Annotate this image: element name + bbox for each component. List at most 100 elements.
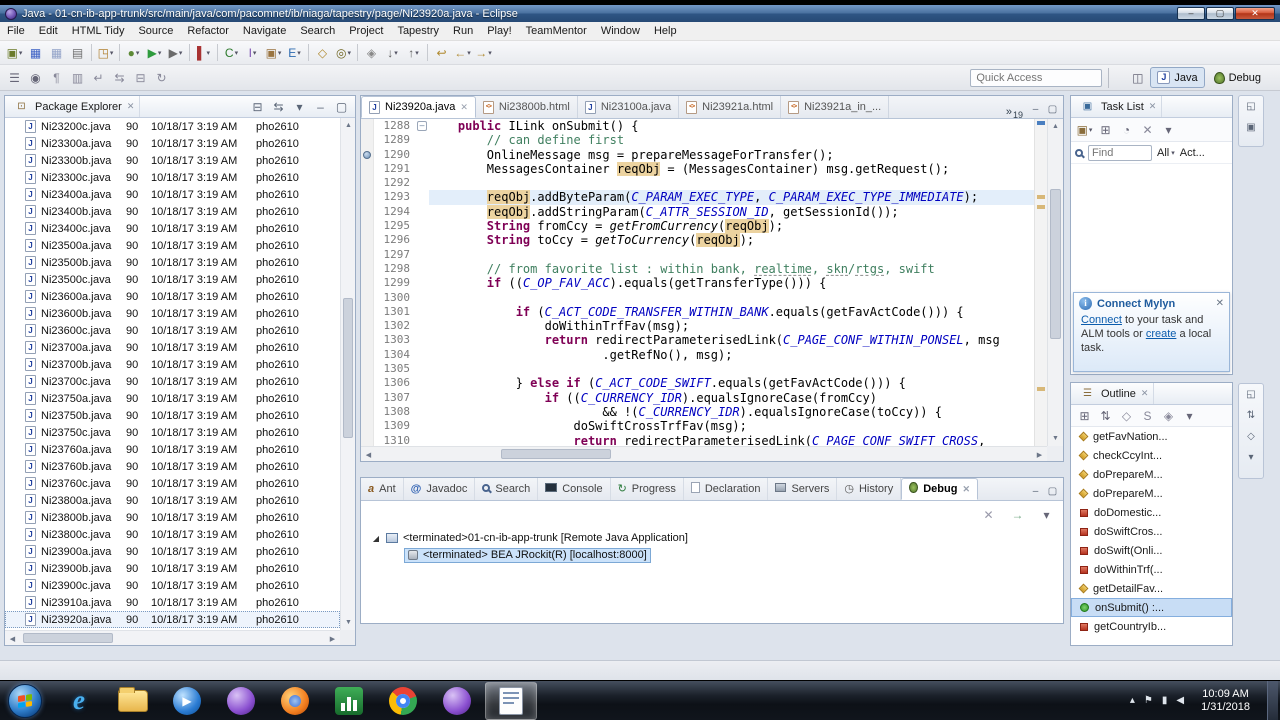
menu-run[interactable]: Run bbox=[446, 23, 480, 39]
view-menu-icon[interactable]: ▾ bbox=[1243, 449, 1260, 466]
menu-navigate[interactable]: Navigate bbox=[236, 23, 293, 39]
task-list-tab[interactable]: ▣ Task List ✕ bbox=[1074, 96, 1163, 117]
view-menu-icon[interactable]: ▾ bbox=[1179, 405, 1200, 426]
window-titlebar[interactable]: Java - 01-cn-ib-app-trunk/src/main/java/… bbox=[0, 5, 1280, 22]
refresh-icon[interactable]: ↻ bbox=[151, 67, 172, 88]
perspective-java[interactable]: J Java bbox=[1150, 67, 1205, 88]
package-explorer-hscrollbar[interactable]: ◀ ▶ bbox=[5, 630, 340, 645]
package-explorer-tree[interactable]: J Ni23200c.java 90 10/18/17 3:19 AM pho2610 J… bbox=[5, 118, 340, 630]
new-task-icon[interactable]: ▣ ▾ bbox=[1074, 119, 1095, 140]
view-menu-icon[interactable]: ▾ bbox=[1036, 504, 1057, 525]
close-button[interactable]: ✕ bbox=[1235, 7, 1275, 20]
sort-icon[interactable]: ⇅ bbox=[1243, 407, 1260, 424]
menu-source[interactable]: Source bbox=[131, 23, 180, 39]
outline-item[interactable]: getCountryIb... bbox=[1071, 617, 1232, 636]
new-wizard-icon[interactable]: ▣ ▾ bbox=[4, 42, 25, 63]
close-view-icon[interactable]: ✕ bbox=[127, 101, 135, 112]
taskbar-app-firefox[interactable] bbox=[269, 682, 321, 720]
mark-occurrences-icon[interactable]: ◈ bbox=[361, 42, 382, 63]
view-tab-progress[interactable]: ↻ Progress bbox=[611, 478, 684, 500]
taskbar-app-chart-app[interactable] bbox=[323, 682, 375, 720]
view-tab-search[interactable]: Search bbox=[475, 478, 539, 500]
show-desktop-button[interactable] bbox=[1267, 680, 1278, 720]
package-explorer-row[interactable]: J Ni23400a.java 90 10/18/17 3:19 AM pho2610 bbox=[5, 186, 340, 203]
debug-view-content[interactable]: ✕ → ▾ ◢ <terminated>01-cn-ib-app-trunk [Rem… bbox=[361, 501, 1063, 623]
package-explorer-row[interactable]: J Ni23750b.java 90 10/18/17 3:19 AM pho2610 bbox=[5, 407, 340, 424]
editor-tab-ni23921a-html[interactable]: <> Ni23921a.html bbox=[679, 96, 782, 118]
package-explorer-row[interactable]: J Ni23910a.java 90 10/18/17 3:19 AM pho2610 bbox=[5, 594, 340, 611]
package-explorer-row[interactable]: J Ni23500b.java 90 10/18/17 3:19 AM pho2610 bbox=[5, 254, 340, 271]
open-perspective-icon[interactable]: ◫ bbox=[1127, 67, 1148, 88]
hide-non-public-icon[interactable]: ◈ bbox=[1158, 405, 1179, 426]
menu-file[interactable]: File bbox=[0, 23, 32, 39]
volume-icon[interactable]: ◀ bbox=[1176, 695, 1184, 706]
task-scope-all[interactable]: All ▾ bbox=[1157, 147, 1175, 159]
close-tab-icon[interactable]: ✕ bbox=[962, 484, 970, 495]
view-tab-servers[interactable]: Servers bbox=[768, 478, 838, 500]
forward-icon[interactable]: → ▾ bbox=[473, 42, 494, 63]
menu-html-tidy[interactable]: HTML Tidy bbox=[65, 23, 132, 39]
outline-item[interactable]: doWithinTrf(... bbox=[1071, 560, 1232, 579]
outline-item[interactable]: doSwift(Onli... bbox=[1071, 541, 1232, 560]
maximize-button[interactable]: ▢ bbox=[1206, 7, 1234, 20]
package-explorer-vscrollbar[interactable]: ▲ ▼ bbox=[340, 118, 355, 630]
editor-code-viewport[interactable]: 1288– public ILink onSubmit() {1289 // c… bbox=[361, 119, 1063, 446]
coverage-icon[interactable]: ▌ ▾ bbox=[193, 42, 214, 63]
close-tab-icon[interactable]: ✕ bbox=[460, 102, 468, 113]
link-with-editor-icon[interactable]: ⇆ bbox=[268, 96, 289, 117]
restore-view-icon[interactable]: ◱ bbox=[1243, 386, 1260, 403]
collapse-all-icon[interactable]: ⊟ bbox=[130, 67, 151, 88]
delete-icon[interactable]: ✕ bbox=[1137, 119, 1158, 140]
taskbar-app-internet-explorer[interactable]: e bbox=[53, 682, 105, 720]
debug-tree-row[interactable]: <terminated> BEA JRockit(R) [localhost:8… bbox=[361, 547, 1063, 563]
hide-static-icon[interactable]: S bbox=[1137, 405, 1158, 426]
hidden-editors-chevron[interactable]: » 19 bbox=[1002, 106, 1027, 120]
outline-tab[interactable]: ☰ Outline ✕ bbox=[1074, 383, 1155, 404]
taskbar-app-media-player[interactable]: ▶ bbox=[161, 682, 213, 720]
task-scope-activated[interactable]: Act... bbox=[1180, 147, 1205, 159]
restore-view-icon[interactable]: ◱ bbox=[1243, 98, 1260, 115]
minimize-button[interactable]: – bbox=[1177, 7, 1205, 20]
search-icon[interactable]: ◎ ▾ bbox=[333, 42, 354, 63]
create-task-link[interactable]: create bbox=[1146, 328, 1177, 340]
link-with-editor-icon[interactable]: ⇆ bbox=[109, 67, 130, 88]
package-explorer-row[interactable]: J Ni23760b.java 90 10/18/17 3:19 AM pho2610 bbox=[5, 458, 340, 475]
overview-ruler[interactable] bbox=[1034, 119, 1047, 446]
next-annotation-icon[interactable]: ↓ ▾ bbox=[382, 42, 403, 63]
outline-item[interactable]: getFavNation... bbox=[1071, 427, 1232, 446]
menu-project[interactable]: Project bbox=[342, 23, 390, 39]
block-selection-icon[interactable]: ▥ bbox=[67, 67, 88, 88]
outline-item[interactable]: doSwiftCros... bbox=[1071, 522, 1232, 541]
package-explorer-tab[interactable]: ⊡ Package Explorer ✕ bbox=[8, 96, 141, 117]
view-tab-console[interactable]: Console bbox=[538, 478, 611, 500]
action-center-icon[interactable]: ⚑ bbox=[1144, 695, 1153, 706]
expanded-arrow-icon[interactable]: ◢ bbox=[371, 534, 381, 543]
outline-item[interactable]: doPrepareM... bbox=[1071, 484, 1232, 503]
pin-editor-icon[interactable]: ◉ bbox=[25, 67, 46, 88]
outline-item[interactable]: onSubmit() :... bbox=[1071, 598, 1232, 617]
hide-fields-icon[interactable]: ◇ bbox=[1116, 405, 1137, 426]
debug-icon[interactable]: ● ▾ bbox=[123, 42, 144, 63]
view-tab-history[interactable]: ◷ History bbox=[837, 478, 902, 500]
menu-edit[interactable]: Edit bbox=[32, 23, 65, 39]
show-whitespace-icon[interactable]: ¶ bbox=[46, 67, 67, 88]
network-icon[interactable]: ▮ bbox=[1162, 695, 1168, 706]
maximize-view-icon[interactable]: ▢ bbox=[1044, 483, 1061, 500]
editor-tab-ni23100a-java[interactable]: J Ni23100a.java bbox=[578, 96, 680, 118]
package-explorer-row[interactable]: J Ni23300a.java 90 10/18/17 3:19 AM pho2610 bbox=[5, 135, 340, 152]
package-explorer-row[interactable]: J Ni23200c.java 90 10/18/17 3:19 AM pho2610 bbox=[5, 118, 340, 135]
menu-refactor[interactable]: Refactor bbox=[180, 23, 236, 39]
package-explorer-row[interactable]: J Ni23400b.java 90 10/18/17 3:19 AM pho2610 bbox=[5, 203, 340, 220]
package-explorer-row[interactable]: J Ni23600c.java 90 10/18/17 3:19 AM pho2610 bbox=[5, 322, 340, 339]
package-explorer-row[interactable]: J Ni23600a.java 90 10/18/17 3:19 AM pho2610 bbox=[5, 288, 340, 305]
save-icon[interactable]: ▦ bbox=[25, 42, 46, 63]
view-tab-declaration[interactable]: Declaration bbox=[684, 478, 769, 500]
close-popup-icon[interactable]: ✕ bbox=[1216, 298, 1224, 309]
view-menu-icon[interactable]: ▾ bbox=[289, 96, 310, 117]
outline-list[interactable]: getFavNation... checkCcyInt... doPrepareM.… bbox=[1071, 427, 1232, 645]
show-hidden-icons-icon[interactable]: ▴ bbox=[1130, 695, 1135, 706]
package-explorer-row[interactable]: J Ni23900a.java 90 10/18/17 3:19 AM pho2610 bbox=[5, 543, 340, 560]
run-icon[interactable]: ▶ ▾ bbox=[144, 42, 165, 63]
taskbar-clock[interactable]: 10:09 AM 1/31/2018 bbox=[1193, 688, 1258, 714]
package-explorer-row[interactable]: J Ni23760c.java 90 10/18/17 3:19 AM pho2610 bbox=[5, 475, 340, 492]
